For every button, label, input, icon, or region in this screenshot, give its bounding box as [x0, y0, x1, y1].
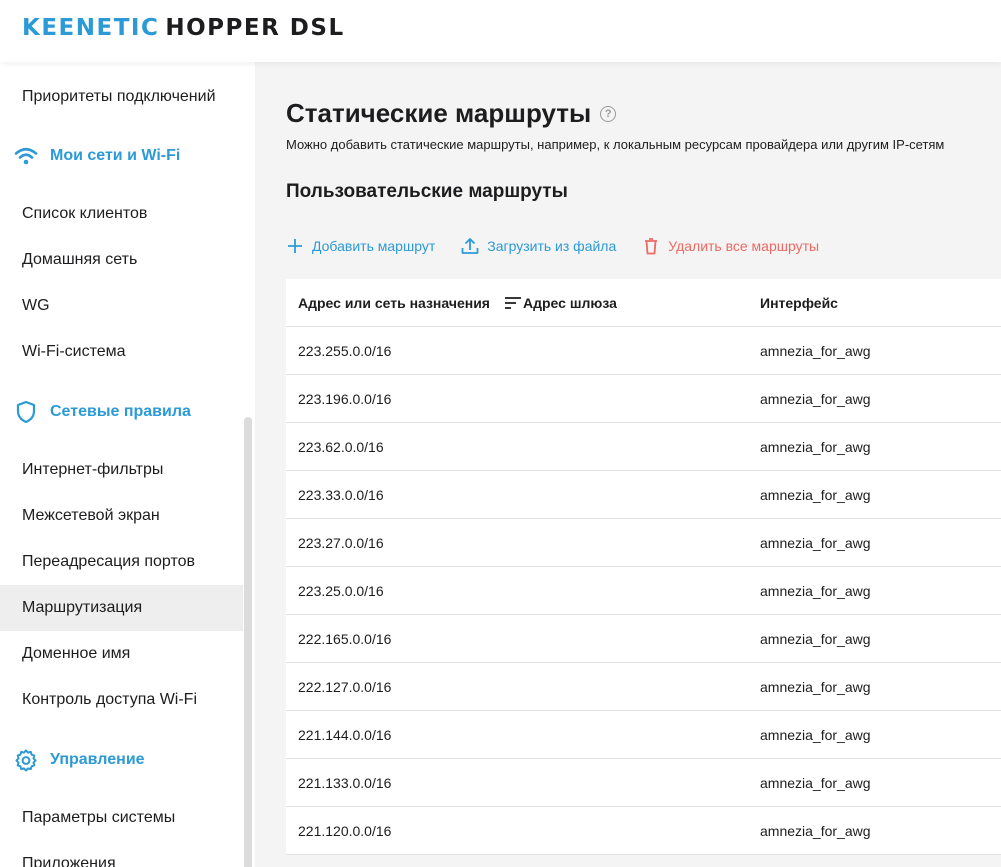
action-bar: Добавить маршрут Загрузить из файла Удал…: [286, 234, 845, 258]
sidebar-item-home-network[interactable]: Домашняя сеть: [0, 237, 243, 283]
sort-icon[interactable]: [504, 296, 522, 310]
sidebar-section-label: Мои сети и Wi-Fi: [50, 147, 181, 164]
cell-destination: 222.127.0.0/16: [298, 678, 392, 695]
table-row[interactable]: 221.133.0.0/16 amnezia_for_awg: [286, 759, 1001, 807]
logo-brand: KEENETIC: [22, 15, 160, 41]
upload-from-file-button[interactable]: Загрузить из файла: [461, 237, 616, 255]
sidebar-item-label: Маршрутизация: [22, 599, 143, 616]
page-title: Статические маршруты ?: [286, 98, 617, 129]
sidebar-section-label: Управление: [50, 751, 145, 768]
page-title-text: Статические маршруты: [286, 98, 592, 128]
delete-all-routes-label: Удалить все маршруты: [668, 238, 820, 254]
cell-destination: 221.144.0.0/16: [298, 726, 392, 743]
sidebar-item-domain-name[interactable]: Доменное имя: [0, 631, 243, 677]
sidebar-item-label: Приоритеты подключений: [22, 88, 216, 105]
sidebar-item-port-forwarding[interactable]: Переадресация портов: [0, 539, 243, 585]
cell-destination: 223.255.0.0/16: [298, 342, 392, 359]
shield-icon: [14, 400, 38, 424]
wifi-icon: [14, 144, 38, 168]
cell-destination: 223.27.0.0/16: [298, 534, 384, 551]
sidebar-item-internet-filters[interactable]: Интернет-фильтры: [0, 447, 243, 493]
delete-all-routes-button[interactable]: Удалить все маршруты: [642, 237, 819, 255]
table-row[interactable]: 222.127.0.0/16 amnezia_for_awg: [286, 663, 1001, 711]
cell-interface: amnezia_for_awg: [760, 822, 871, 839]
sidebar-section-network-rules[interactable]: Сетевые правила: [0, 387, 243, 437]
cell-destination: 222.165.0.0/16: [298, 630, 392, 647]
sidebar-item-label: Параметры системы: [22, 809, 176, 826]
cell-interface: amnezia_for_awg: [760, 582, 871, 599]
sidebar-item-client-list[interactable]: Список клиентов: [0, 191, 243, 237]
cell-interface: amnezia_for_awg: [760, 630, 871, 647]
table-body: 223.255.0.0/16 amnezia_for_awg 223.196.0.0…: [286, 327, 1001, 855]
cell-destination: 221.133.0.0/16: [298, 774, 392, 791]
cell-destination: 223.62.0.0/16: [298, 438, 384, 455]
sidebar-item-label: WG: [22, 297, 50, 314]
sidebar-item-label: Переадресация портов: [22, 553, 195, 570]
sidebar-item-wg[interactable]: WG: [0, 283, 243, 329]
sidebar-item-label: Wi-Fi-система: [22, 343, 126, 360]
sidebar-item-label: Список клиентов: [22, 205, 148, 222]
sidebar-section-management[interactable]: Управление: [0, 735, 243, 785]
help-icon[interactable]: ?: [600, 105, 617, 122]
logo-model: HOPPER DSL: [165, 15, 345, 41]
sidebar-scrollbar[interactable]: [244, 417, 252, 867]
sidebar-item-connection-priorities[interactable]: Приоритеты подключений: [0, 74, 243, 120]
column-header-gateway[interactable]: Адрес шлюза: [523, 295, 760, 311]
sidebar-item-firewall[interactable]: Межсетевой экран: [0, 493, 243, 539]
sidebar-item-wifi-access-control[interactable]: Контроль доступа Wi-Fi: [0, 677, 243, 723]
table-row[interactable]: 223.25.0.0/16 amnezia_for_awg: [286, 567, 1001, 615]
cell-destination: 223.196.0.0/16: [298, 390, 392, 407]
cell-destination: 223.25.0.0/16: [298, 582, 384, 599]
cell-destination: 223.33.0.0/16: [298, 486, 384, 503]
routes-table: Адрес или сеть назначения Адрес шлюза Ин…: [286, 279, 1001, 855]
cell-interface: amnezia_for_awg: [760, 438, 871, 455]
cell-interface: amnezia_for_awg: [760, 486, 871, 503]
plus-icon: [286, 237, 304, 255]
top-bar: KEENETIC HOPPER DSL: [0, 0, 1001, 62]
column-header-destination-label: Адрес или сеть назначения: [298, 294, 490, 311]
column-header-destination[interactable]: Адрес или сеть назначения: [286, 295, 523, 311]
sidebar-section-label: Сетевые правила: [50, 403, 191, 420]
main-content: Статические маршруты ? Можно добавить ст…: [286, 62, 1001, 867]
cell-interface: amnezia_for_awg: [760, 726, 871, 743]
table-row[interactable]: 222.165.0.0/16 amnezia_for_awg: [286, 615, 1001, 663]
table-row[interactable]: 223.33.0.0/16 amnezia_for_awg: [286, 471, 1001, 519]
page-description: Можно добавить статические маршруты, нап…: [286, 137, 945, 152]
sidebar-item-system-settings[interactable]: Параметры системы: [0, 795, 243, 841]
sidebar-item-routing[interactable]: Маршрутизация: [0, 585, 243, 631]
sidebar-item-applications[interactable]: Приложения: [0, 841, 243, 867]
upload-from-file-label: Загрузить из файла: [487, 238, 617, 254]
logo[interactable]: KEENETIC HOPPER DSL: [22, 15, 345, 41]
sidebar: Приоритеты подключений Мои сети и Wi-Fi …: [0, 62, 255, 867]
cell-interface: amnezia_for_awg: [760, 678, 871, 695]
table-row[interactable]: 223.196.0.0/16 amnezia_for_awg: [286, 375, 1001, 423]
cell-destination: 221.120.0.0/16: [298, 822, 392, 839]
sidebar-item-label: Приложения: [22, 855, 116, 867]
column-header-interface[interactable]: Интерфейс: [760, 295, 1001, 311]
sidebar-item-wifi-system[interactable]: Wi-Fi-система: [0, 329, 243, 375]
table-header: Адрес или сеть назначения Адрес шлюза Ин…: [286, 279, 1001, 327]
table-row[interactable]: 223.62.0.0/16 amnezia_for_awg: [286, 423, 1001, 471]
section-title: Пользовательские маршруты: [286, 181, 568, 202]
cell-interface: amnezia_for_awg: [760, 774, 871, 791]
add-route-button[interactable]: Добавить маршрут: [286, 237, 435, 255]
sidebar-item-label: Контроль доступа Wi-Fi: [22, 691, 198, 708]
cell-interface: amnezia_for_awg: [760, 342, 871, 359]
cell-interface: amnezia_for_awg: [760, 534, 871, 551]
table-row[interactable]: 223.255.0.0/16 amnezia_for_awg: [286, 327, 1001, 375]
gear-icon: [14, 748, 38, 772]
sidebar-item-label: Межсетевой экран: [22, 507, 160, 524]
sidebar-section-my-networks[interactable]: Мои сети и Wi-Fi: [0, 131, 243, 181]
table-row[interactable]: 223.27.0.0/16 amnezia_for_awg: [286, 519, 1001, 567]
sidebar-item-label: Домашняя сеть: [22, 251, 138, 268]
trash-icon: [642, 237, 660, 255]
upload-icon: [461, 237, 479, 255]
table-row[interactable]: 221.120.0.0/16 amnezia_for_awg: [286, 807, 1001, 855]
sidebar-item-label: Доменное имя: [22, 645, 131, 662]
add-route-label: Добавить маршрут: [312, 238, 436, 254]
sidebar-item-label: Интернет-фильтры: [22, 461, 164, 478]
table-row[interactable]: 221.144.0.0/16 amnezia_for_awg: [286, 711, 1001, 759]
cell-interface: amnezia_for_awg: [760, 390, 871, 407]
